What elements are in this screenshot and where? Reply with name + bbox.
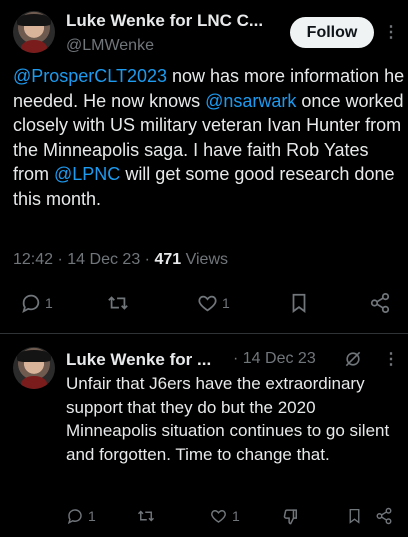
mention-link[interactable]: @nsarwark (205, 91, 296, 111)
retweet-button[interactable] (106, 292, 130, 314)
reply-more-options-icon[interactable]: ⋮ (383, 352, 399, 368)
author-handle[interactable]: @LMWenke (66, 37, 154, 55)
bookmark-icon (292, 293, 306, 313)
mention-link[interactable]: @LPNC (54, 164, 120, 184)
bookmark-button[interactable] (288, 292, 310, 314)
reply-button[interactable]: 1 (20, 292, 53, 314)
author-avatar[interactable] (13, 11, 55, 53)
views-label: Views (185, 251, 228, 268)
retweet-icon (137, 510, 155, 522)
mention-link[interactable]: @ProsperCLT2023 (13, 66, 167, 86)
like-button[interactable]: 1 (196, 292, 230, 314)
like-icon (198, 295, 217, 312)
reply-icon (67, 509, 82, 525)
bookmark-icon (349, 508, 360, 524)
retweet-icon (108, 296, 128, 310)
reply-text: Unfair that J6ers have the extraordinary… (66, 374, 390, 464)
reply-bookmark-button[interactable] (346, 507, 363, 525)
author-name[interactable]: Luke Wenke for LNC C... (66, 11, 263, 31)
reply-dislike-button[interactable] (282, 507, 301, 526)
share-icon (370, 292, 390, 314)
reply-date: · 14 Dec 23 (233, 350, 316, 367)
share-icon (376, 507, 392, 525)
grok-icon[interactable] (343, 349, 363, 374)
reply-like-button[interactable]: 1 (209, 507, 240, 525)
like-icon (211, 510, 226, 523)
tweet-time[interactable]: 12:42 (13, 251, 53, 268)
more-options-icon[interactable]: ⋮ (383, 25, 399, 41)
follow-button[interactable]: Follow (290, 17, 374, 48)
tweet-divider (0, 333, 408, 334)
reply-reply-button[interactable]: 1 (66, 507, 96, 525)
share-button[interactable] (369, 292, 391, 314)
tweet-meta: 12:42 · 14 Dec 23 · 471 Views (13, 251, 228, 268)
dislike-icon (283, 509, 298, 525)
tweet-date[interactable]: 14 Dec 23 (67, 251, 140, 268)
reply-author-name[interactable]: Luke Wenke for ... (66, 350, 211, 370)
reply-retweet-button[interactable] (136, 507, 156, 525)
reply-author-avatar[interactable] (13, 347, 55, 389)
reply-share-button[interactable] (375, 507, 393, 525)
tweet-text: @ProsperCLT2023 now has more information… (13, 66, 405, 209)
reply-icon (22, 294, 40, 313)
views-count: 471 (154, 251, 182, 268)
